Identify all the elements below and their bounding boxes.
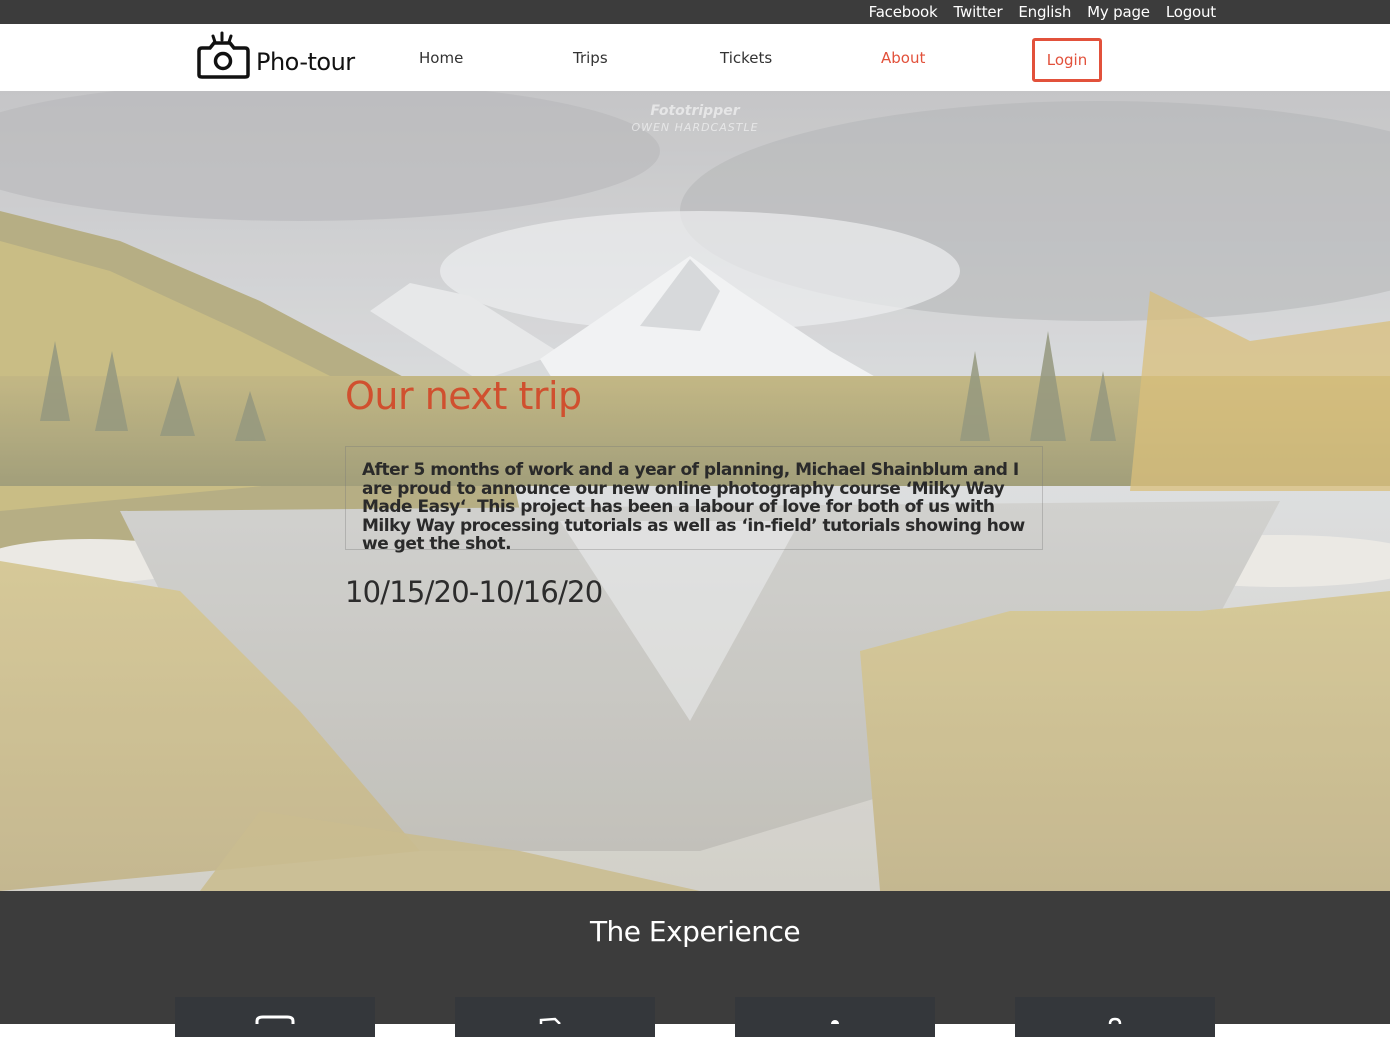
camera-icon <box>255 1015 295 1024</box>
map-pin-icon <box>1108 1017 1122 1024</box>
twitter-link[interactable]: Twitter <box>954 3 1003 21</box>
logout-link[interactable]: Logout <box>1166 3 1216 21</box>
utility-links: Facebook Twitter English My page Logout <box>869 0 1217 24</box>
camera-logo-icon <box>194 27 252 79</box>
hero-section: Fototripper OWEN HARDCASTLE Our next tri… <box>0 91 1390 891</box>
person-icon <box>831 1020 839 1024</box>
experience-card-flag <box>455 997 655 1037</box>
flag-icon <box>539 1017 561 1024</box>
nav-trips[interactable]: Trips <box>573 49 608 67</box>
nav-tickets[interactable]: Tickets <box>720 49 772 67</box>
next-trip-heading: Our next trip <box>345 374 582 418</box>
experience-card-camera <box>175 997 375 1037</box>
my-page-link[interactable]: My page <box>1087 3 1150 21</box>
experience-card-location <box>1015 997 1215 1037</box>
facebook-link[interactable]: Facebook <box>869 3 938 21</box>
nav-about[interactable]: About <box>881 49 925 67</box>
photo-watermark-credit: OWEN HARDCASTLE <box>631 121 759 134</box>
brand-name: Pho-tour <box>256 48 355 76</box>
trip-description: After 5 months of work and a year of pla… <box>362 460 1025 554</box>
photo-watermark-name: Fototripper <box>650 103 740 119</box>
login-button[interactable]: Login <box>1032 38 1102 82</box>
nav-home[interactable]: Home <box>419 49 463 67</box>
top-utility-bar: Facebook Twitter English My page Logout <box>0 0 1390 24</box>
experience-card-person <box>735 997 935 1037</box>
experience-heading: The Experience <box>589 915 801 948</box>
language-link[interactable]: English <box>1018 3 1071 21</box>
experience-section: The Experience <box>0 891 1390 1037</box>
trip-description-box: After 5 months of work and a year of pla… <box>345 446 1043 553</box>
trip-dates: 10/15/20-10/16/20 <box>345 575 603 609</box>
brand-logo[interactable]: Pho-tour <box>194 27 355 79</box>
main-navbar: Pho-tour Home Trips Tickets About Login <box>0 24 1390 91</box>
